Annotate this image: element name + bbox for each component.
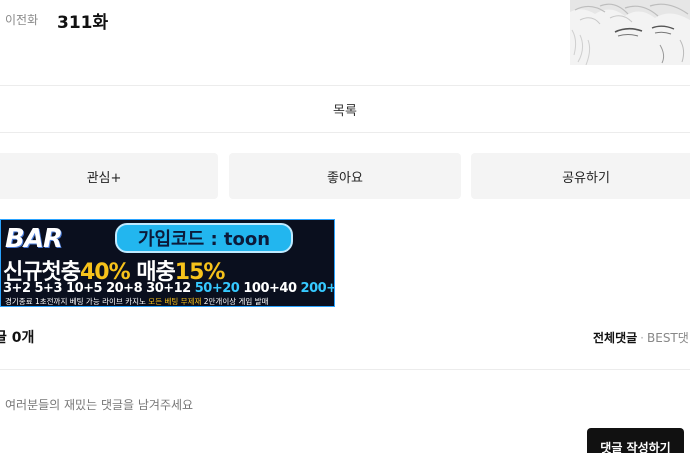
sort-best-comments-tab[interactable]: BEST댓 [647, 331, 689, 345]
list-button[interactable]: 목록 [0, 86, 690, 132]
prev-episode-thumbnail[interactable] [570, 0, 690, 65]
banner-bonus-item: 20+8 [106, 281, 143, 296]
banner-bonus-item: 30+12 [146, 281, 191, 296]
banner-bonus-item: 5+3 [34, 281, 63, 296]
banner-fine-print: 경기종료 1초전까지 베팅 가능 라이브 카지노 모든 베팅 무제재 2만개이상… [5, 296, 269, 306]
comment-input[interactable]: 여러분들의 재밌는 댓글을 남겨주세요 [0, 387, 580, 419]
ad-banner[interactable]: BAR 가입코드 : toon 신규첫충40% 매충15% 3+2 5+3 10… [0, 219, 335, 307]
sort-all-comments-tab[interactable]: 전체댓글 [593, 331, 637, 345]
favorite-button[interactable]: 관심+ [0, 153, 218, 199]
divider [0, 132, 690, 133]
prev-episode-link[interactable]: 이전화 311화 [0, 0, 570, 40]
episode-footer-page: 이전화 311화 목록 관심+ 좋아요 공유하기 BAR 가입코드 : toon… [0, 0, 690, 453]
banner-signup-code: 가입코드 : toon [115, 223, 293, 253]
banner-fine-print-part: 모든 베팅 무제재 [148, 297, 202, 306]
write-comment-button[interactable]: 댓글 작성하기 [587, 428, 684, 453]
banner-bonus-item: 3+2 [3, 281, 31, 296]
banner-logo: BAR [5, 224, 63, 254]
banner-bonus-item: 10+5 [66, 281, 103, 296]
comment-sort-tabs: 전체댓글 · BEST댓 [593, 329, 689, 346]
share-button[interactable]: 공유하기 [471, 153, 690, 199]
banner-bonus-item: 200+80 [300, 281, 334, 296]
like-button[interactable]: 좋아요 [229, 153, 461, 199]
banner-fine-print-part: 2만개이상 게임 발매 [203, 297, 269, 306]
thumbnail-illustration [570, 0, 690, 65]
banner-bonus-item: 100+40 [243, 281, 297, 296]
banner-fine-print-part: 경기종료 1초전까지 베팅 가능 라이브 카지노 [5, 297, 146, 306]
divider [0, 369, 690, 370]
banner-bonus-list: 3+2 5+3 10+5 20+8 30+12 50+20 100+40 200… [3, 281, 334, 296]
sort-separator-dot: · [640, 331, 644, 345]
prev-episode-title[interactable]: 311화 [57, 8, 108, 33]
prev-episode-label: 이전화 [5, 13, 39, 27]
comment-count: 글 0개 [0, 330, 35, 346]
banner-bonus-item: 50+20 [194, 281, 240, 296]
